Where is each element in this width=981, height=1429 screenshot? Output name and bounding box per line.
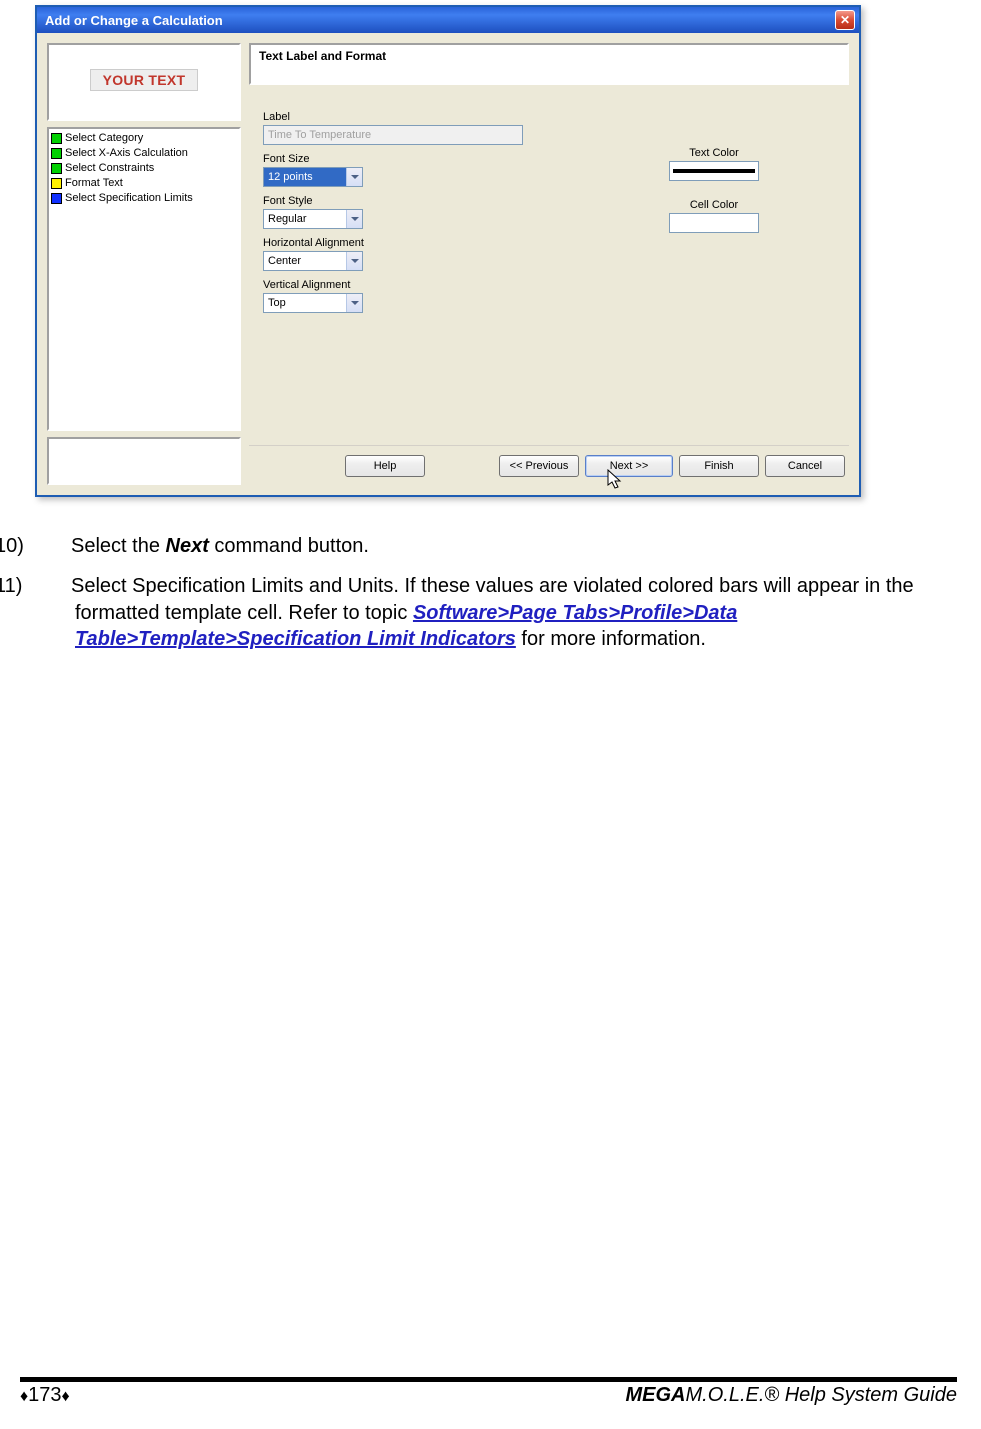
cell-color-swatch[interactable] <box>669 213 759 233</box>
square-icon <box>51 163 62 174</box>
font-style-select[interactable]: Regular <box>263 209 363 229</box>
help-button[interactable]: Help <box>345 455 425 477</box>
window-title: Add or Change a Calculation <box>45 13 223 28</box>
valign-caption: Vertical Alignment <box>263 279 523 291</box>
wizard-step[interactable]: Select Constraints <box>51 161 237 176</box>
dialog-window: Add or Change a Calculation ✕ YOUR TEXT … <box>35 5 861 497</box>
wizard-step[interactable]: Format Text <box>51 176 237 191</box>
step-11: 11)Select Specification Limits and Units… <box>35 573 946 652</box>
wizard-step[interactable]: Select Specification Limits <box>51 191 237 206</box>
chevron-down-icon <box>346 210 362 228</box>
text-color-swatch[interactable] <box>669 161 759 181</box>
chevron-down-icon <box>346 252 362 270</box>
square-icon <box>51 133 62 144</box>
panel-blank <box>47 437 241 485</box>
square-icon <box>51 148 62 159</box>
square-icon <box>51 193 62 204</box>
wizard-step[interactable]: Select Category <box>51 131 237 146</box>
preview-cell: YOUR TEXT <box>47 43 241 121</box>
cellcolor-caption: Cell Color <box>654 199 774 211</box>
close-icon[interactable]: ✕ <box>835 10 855 30</box>
halign-select[interactable]: Center <box>263 251 363 271</box>
document-text: 10)Select the Next command button. 11)Se… <box>35 533 946 653</box>
previous-button[interactable]: << Previous <box>499 455 579 477</box>
label-input[interactable]: Time To Temperature <box>263 125 523 145</box>
page-number: ♦173♦ <box>20 1384 70 1407</box>
font-size-select[interactable]: 12 points <box>263 167 363 187</box>
chevron-down-icon <box>346 294 362 312</box>
textcolor-caption: Text Color <box>654 147 774 159</box>
wizard-step-list: Select Category Select X-Axis Calculatio… <box>47 127 241 431</box>
step-10: 10)Select the Next command button. <box>35 533 946 559</box>
square-icon <box>51 178 62 189</box>
next-button[interactable]: Next >> <box>585 455 673 477</box>
fontstyle-caption: Font Style <box>263 195 523 207</box>
fontsize-caption: Font Size <box>263 153 523 165</box>
titlebar: Add or Change a Calculation ✕ <box>37 7 859 33</box>
valign-select[interactable]: Top <box>263 293 363 313</box>
cancel-button[interactable]: Cancel <box>765 455 845 477</box>
section-header: Text Label and Format <box>249 43 849 85</box>
halign-caption: Horizontal Alignment <box>263 237 523 249</box>
button-row: Help << Previous Next >> Finish Cancel <box>249 445 849 485</box>
chevron-down-icon <box>346 168 362 186</box>
guide-title: MEGAM.O.L.E.® Help System Guide <box>626 1384 958 1407</box>
wizard-step[interactable]: Select X-Axis Calculation <box>51 146 237 161</box>
finish-button[interactable]: Finish <box>679 455 759 477</box>
preview-text: YOUR TEXT <box>90 69 198 91</box>
label-caption: Label <box>263 111 523 123</box>
page-footer: ♦173♦ MEGAM.O.L.E.® Help System Guide <box>20 1377 957 1407</box>
